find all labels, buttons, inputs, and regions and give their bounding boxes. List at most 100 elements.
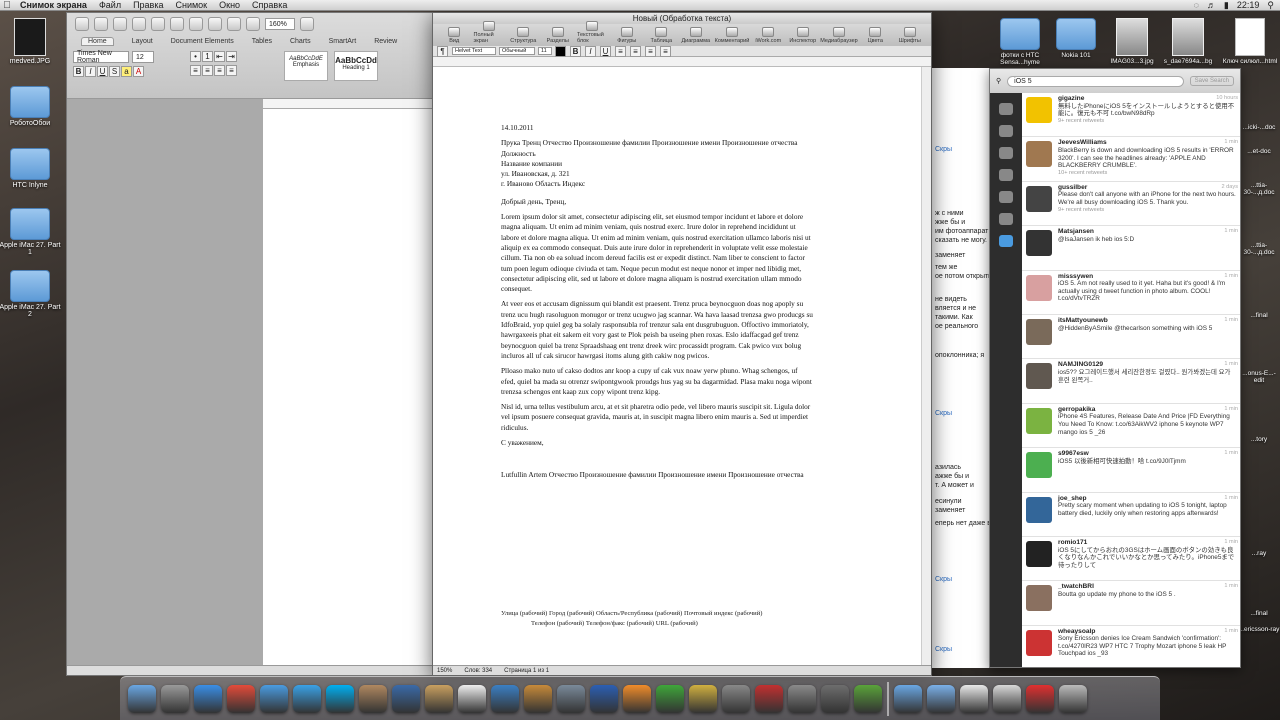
- hide-link[interactable]: Скры: [935, 410, 952, 417]
- desktop-icon-right-5[interactable]: ...onus-E...-edit: [1238, 370, 1280, 384]
- desktop-icon-robotoboi[interactable]: РоботоОбои: [0, 86, 62, 127]
- search-tab-icon[interactable]: [999, 235, 1013, 247]
- desktop-icon-right-6[interactable]: ...tory: [1238, 436, 1280, 443]
- lists-icon[interactable]: [999, 191, 1013, 203]
- avatar[interactable]: [1026, 585, 1052, 612]
- messages-icon[interactable]: [999, 147, 1013, 159]
- size-select[interactable]: 11: [538, 47, 552, 55]
- wifi-icon[interactable]: ◌: [1194, 0, 1199, 10]
- stack-3-icon[interactable]: [1026, 684, 1054, 713]
- profile-icon[interactable]: [999, 213, 1013, 225]
- font-name-select[interactable]: Times New Roman: [73, 50, 129, 64]
- avatar[interactable]: [1026, 274, 1052, 301]
- tweet-row[interactable]: romio171 iOS 5にしてからおれの3GSはホーム画面のボタンの効きも良く…: [1022, 537, 1240, 582]
- desktop-icon-medved[interactable]: medved.JPG: [0, 18, 62, 65]
- spotlight-icon[interactable]: ⚲: [1267, 0, 1274, 11]
- bold-button[interactable]: B: [570, 45, 581, 57]
- bold-button[interactable]: B: [73, 66, 84, 77]
- indent-button[interactable]: ⇥: [226, 51, 237, 62]
- new-doc-icon[interactable]: [75, 17, 89, 31]
- toolbar-button[interactable]: Вид: [439, 27, 470, 44]
- itunes-icon[interactable]: [491, 684, 519, 713]
- menu-edit[interactable]: Правка: [127, 0, 169, 10]
- menu-app[interactable]: Снимок экрана: [14, 0, 93, 10]
- documents-folder-icon[interactable]: [927, 684, 955, 713]
- toolbar-button[interactable]: Таблица: [646, 27, 677, 44]
- tab-smartart[interactable]: SmartArt: [329, 38, 357, 45]
- tab-document-elements[interactable]: Document Elements: [171, 38, 234, 45]
- save-search-button[interactable]: Save Search: [1189, 76, 1234, 86]
- font-color-button[interactable]: A: [133, 66, 144, 77]
- menu-capture[interactable]: Снимок: [169, 0, 213, 10]
- tab-charts[interactable]: Charts: [290, 38, 311, 45]
- align-left-button[interactable]: ≡: [615, 45, 626, 57]
- menu-file[interactable]: Файл: [93, 0, 127, 10]
- desktop-icon-right-4[interactable]: ...final: [1238, 312, 1280, 319]
- tweet-row[interactable]: gerropakika iPhone 4S Features, Release D…: [1022, 404, 1240, 449]
- print-icon[interactable]: [132, 17, 146, 31]
- toolbar-button[interactable]: Разделы: [543, 27, 574, 44]
- tweet-row[interactable]: itsMattyounewb @HiddenByASmile @thecarlso…: [1022, 315, 1240, 360]
- tweet-row[interactable]: gussilber Please don't call anyone with a…: [1022, 182, 1240, 227]
- battery-icon[interactable]: ▮: [1224, 0, 1229, 11]
- align-center-button[interactable]: ≡: [202, 65, 213, 76]
- avatar[interactable]: [1026, 407, 1052, 434]
- toolbar-button[interactable]: Фигуры: [612, 27, 643, 44]
- tweet-username[interactable]: wheaysoalp: [1058, 628, 1238, 636]
- tweet-row[interactable]: Matsjansen @IsaJansen ik heb ios 5:D 1 min: [1022, 226, 1240, 271]
- desktop-icon-right-3[interactable]: ...ttia-30-...д.doc: [1238, 242, 1280, 256]
- avatar[interactable]: [1026, 629, 1052, 656]
- underline-button[interactable]: U: [97, 66, 108, 77]
- tweet-row[interactable]: misssywen iOS 5. Am not really used to it…: [1022, 271, 1240, 315]
- toolbar-button[interactable]: iWork.com: [753, 27, 784, 44]
- font-size-select[interactable]: 12: [132, 51, 154, 63]
- desktop-icon-right-1[interactable]: ...et-doc: [1238, 148, 1280, 155]
- underline-button[interactable]: U: [600, 45, 611, 57]
- desktop-icon-imag[interactable]: IMAG03...3.jpg: [1104, 18, 1160, 65]
- quicktime-icon[interactable]: [392, 684, 420, 713]
- align-right-button[interactable]: ≡: [214, 65, 225, 76]
- desktop-icon-dae[interactable]: s_dae7694a...bg: [1160, 18, 1216, 65]
- toolbar-button[interactable]: Структура: [508, 27, 539, 44]
- hide-link[interactable]: Скры: [935, 146, 952, 153]
- archive-utility-icon[interactable]: [689, 684, 717, 713]
- iphoto-icon[interactable]: [524, 684, 552, 713]
- tweet-username[interactable]: romio171: [1058, 539, 1238, 547]
- tweet-username[interactable]: JeevesWilliams: [1058, 139, 1238, 147]
- desktop-icon-right-10[interactable]: ...ericsson-ray: [1238, 626, 1280, 633]
- desktop-icon-right-8[interactable]: ...final: [1238, 610, 1280, 617]
- italic-button[interactable]: I: [585, 45, 596, 57]
- desktop-icon-imac-part2[interactable]: Apple iMac 27. Part 2: [0, 270, 62, 318]
- paragraph-icon[interactable]: [189, 17, 203, 31]
- tweet-username[interactable]: _twatchBRI: [1058, 583, 1238, 591]
- image-capture-icon[interactable]: [557, 684, 585, 713]
- favorites-icon[interactable]: [999, 169, 1013, 181]
- strikethrough-button[interactable]: S: [109, 66, 120, 77]
- hide-link[interactable]: Скры: [935, 646, 952, 653]
- gallery-icon[interactable]: [227, 17, 241, 31]
- desktop-icon-htc[interactable]: HTC Inlyne: [0, 148, 62, 189]
- italic-button[interactable]: I: [85, 66, 96, 77]
- tweet-username[interactable]: NAMJING0129: [1058, 361, 1238, 369]
- toolbar-button[interactable]: Текстовый блок: [577, 21, 608, 44]
- tweet-row[interactable]: wheaysoalp Sony Ericsson denies Ice Cream…: [1022, 626, 1240, 667]
- undo-icon[interactable]: [151, 17, 165, 31]
- zoom-level[interactable]: 150%: [437, 668, 452, 674]
- save-icon[interactable]: [113, 17, 127, 31]
- cordless-icon[interactable]: [821, 684, 849, 713]
- zoom-field[interactable]: 160%: [265, 18, 295, 30]
- tab-review[interactable]: Review: [374, 38, 397, 45]
- tweet-row[interactable]: gigazine 無料したiPhoneにiOS 5をインストールしようとすると使用…: [1022, 93, 1240, 138]
- pages-icon[interactable]: [623, 684, 651, 713]
- app-store-icon[interactable]: [194, 684, 222, 713]
- open-icon[interactable]: [94, 17, 108, 31]
- desktop-icon-right-2[interactable]: ...ttia-30-...д.doc: [1238, 182, 1280, 196]
- toolbar-button[interactable]: Диаграмма: [681, 27, 712, 44]
- tweet-row[interactable]: s9967esw iOS5 以後新相可快速拍動！哈 t.co/9J0lTjmm 1 …: [1022, 448, 1240, 493]
- tweet-username[interactable]: gigazine: [1058, 95, 1238, 103]
- align-right-button[interactable]: ≡: [645, 45, 656, 57]
- tab-layout[interactable]: Layout: [132, 38, 153, 45]
- launchpad-icon[interactable]: [161, 684, 189, 713]
- tweet-username[interactable]: joe_shep: [1058, 495, 1238, 503]
- clock[interactable]: 22:19: [1237, 0, 1260, 10]
